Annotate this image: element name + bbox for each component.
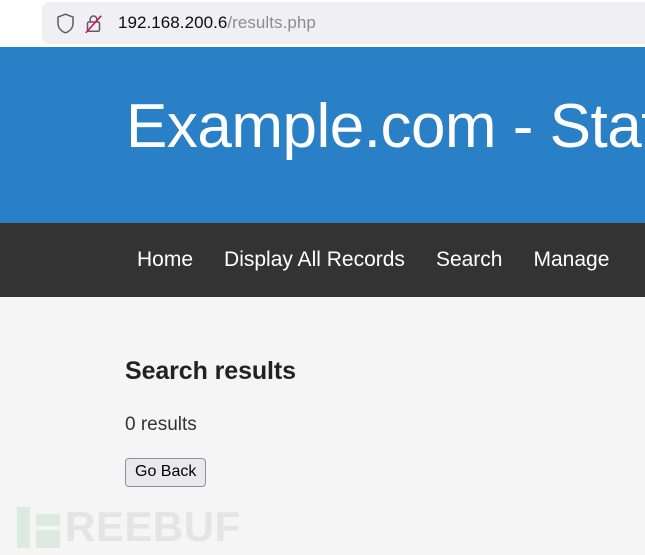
nav-item-home[interactable]: Home (137, 248, 193, 272)
page-title: Search results (125, 357, 296, 385)
browser-chrome: 192.168.200.6/results.php (0, 0, 645, 47)
nav-item-manage[interactable]: Manage (533, 248, 609, 272)
url-path: /results.php (227, 13, 316, 32)
address-bar[interactable]: 192.168.200.6/results.php (42, 2, 645, 44)
nav-item-display-all-records[interactable]: Display All Records (224, 248, 405, 272)
shield-icon[interactable] (54, 12, 76, 34)
site-navigation: Home Display All Records Search Manage (0, 223, 645, 297)
main-content: Search results 0 results Go Back (0, 297, 645, 555)
web-page: Example.com - Staff Home Display All Rec… (0, 47, 645, 555)
screen: 192.168.200.6/results.php Example.com - … (0, 0, 645, 555)
site-title: Example.com - Staff (126, 92, 645, 161)
result-count: 0 results (125, 414, 197, 435)
url-domain: 192.168.200.6 (118, 13, 228, 32)
site-header-banner: Example.com - Staff (0, 47, 645, 223)
url-text[interactable]: 192.168.200.6/results.php (118, 13, 316, 33)
nav-item-search[interactable]: Search (436, 248, 503, 272)
padlock-crossed-insecure-icon[interactable] (82, 12, 104, 34)
go-back-button[interactable]: Go Back (125, 458, 207, 487)
